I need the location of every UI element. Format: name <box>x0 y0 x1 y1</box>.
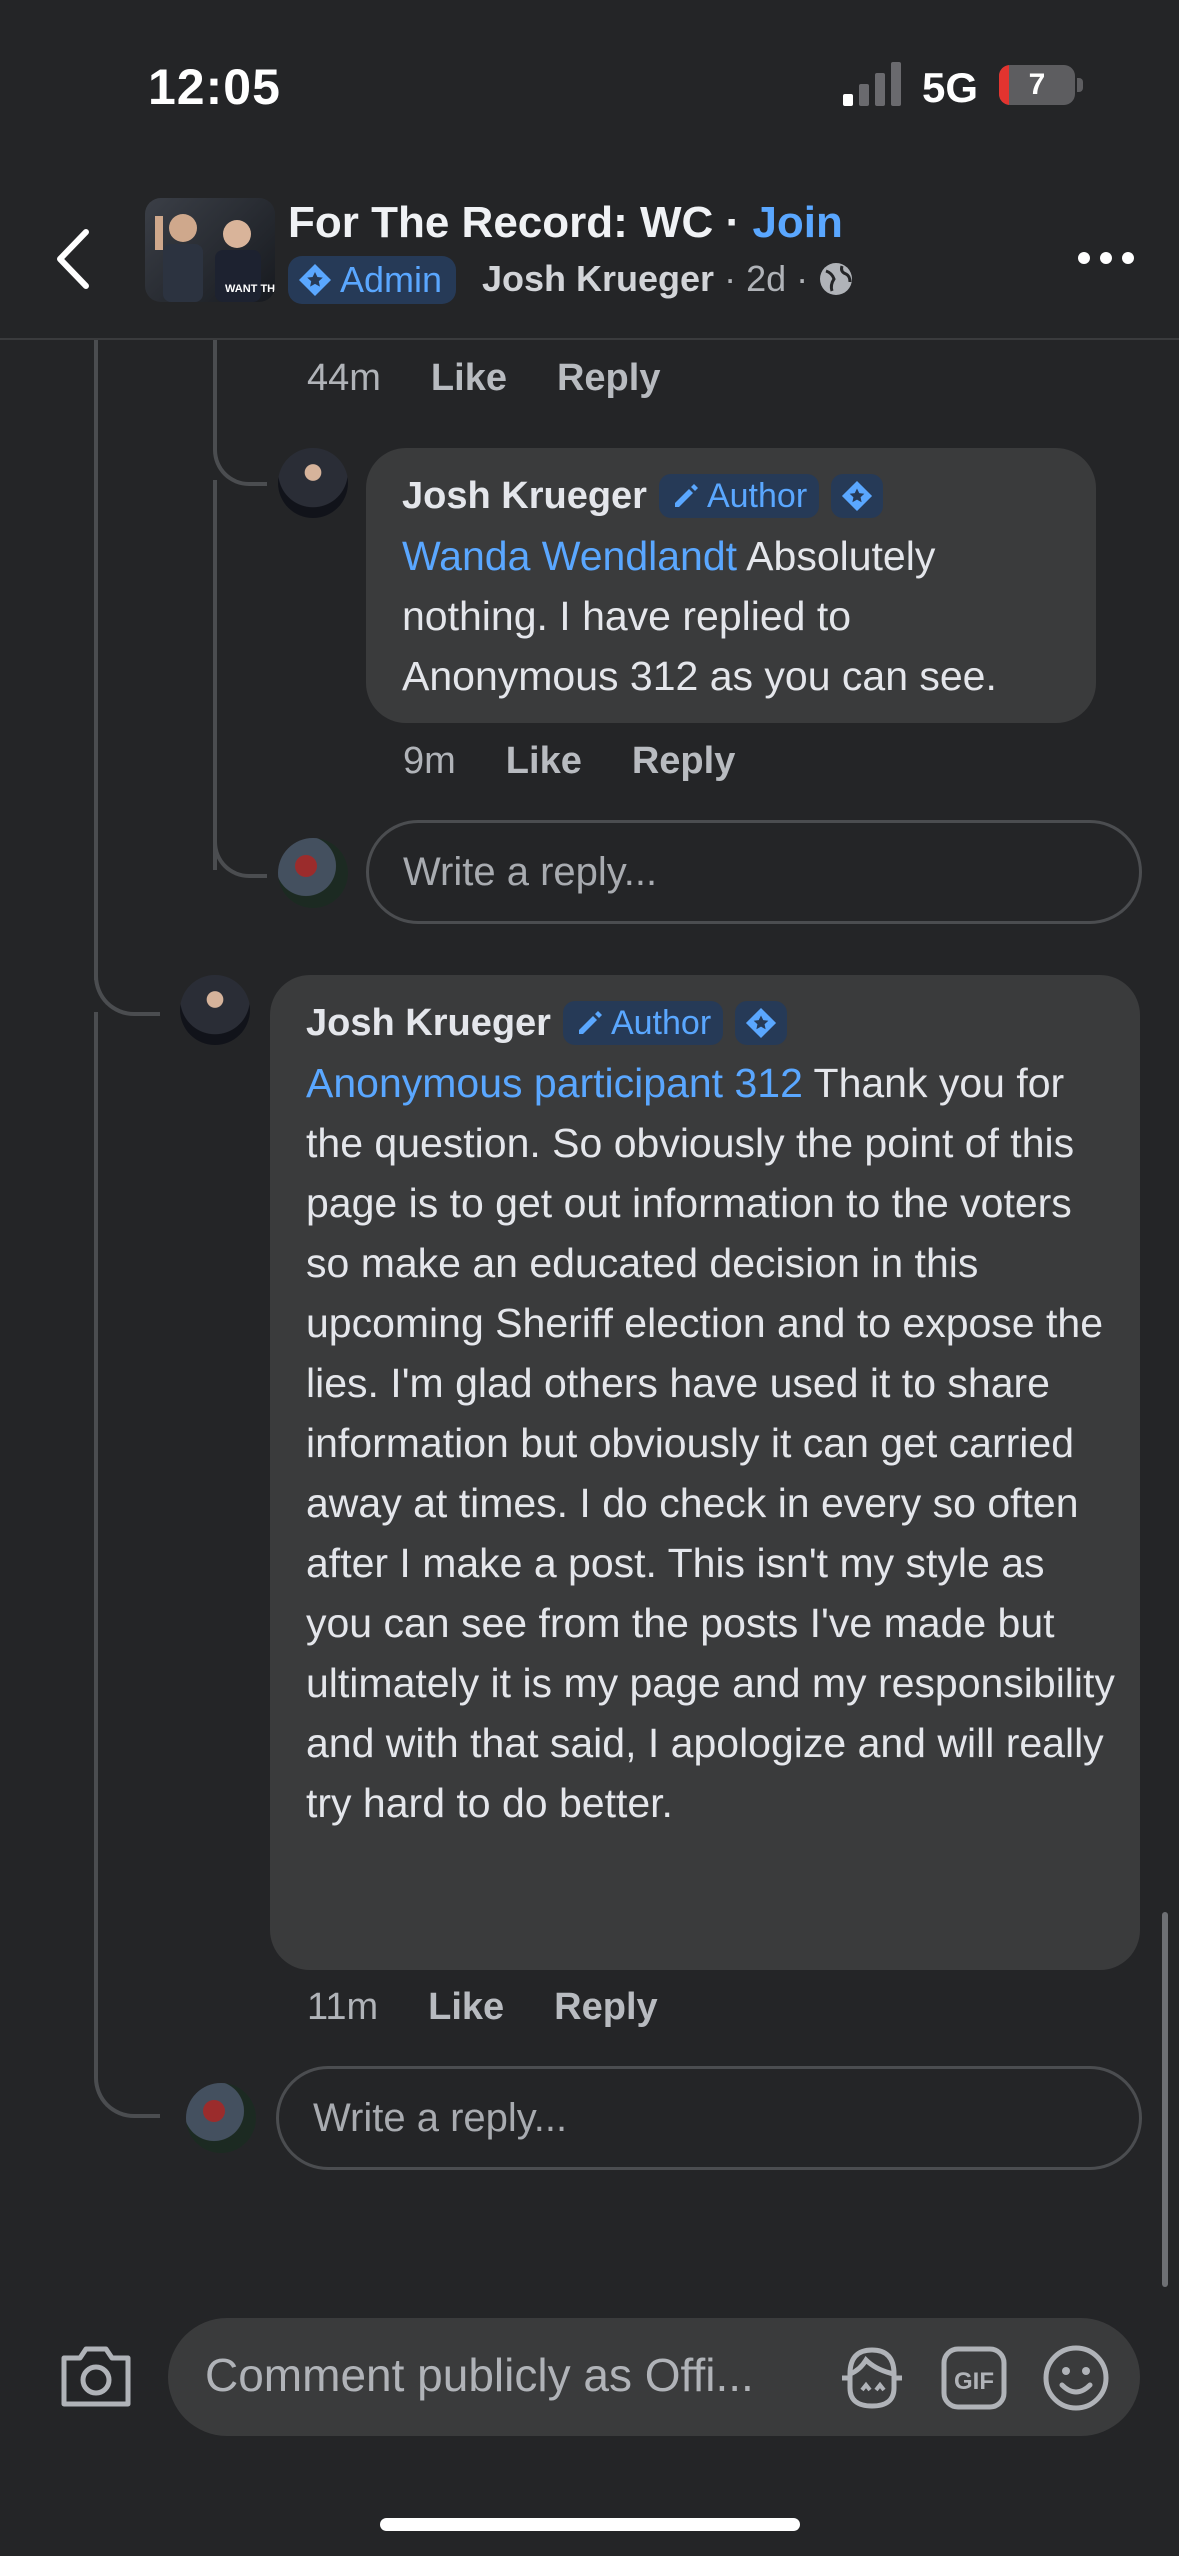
post-meta: Josh Krueger · 2d · <box>482 258 854 300</box>
reply-button[interactable]: Reply <box>557 357 660 400</box>
thread-line-inner-curve <box>213 420 267 486</box>
mention-link[interactable]: Wanda Wendlandt <box>402 533 737 579</box>
globe-icon <box>820 263 853 295</box>
author-tag: Author <box>562 1001 724 1045</box>
comment-actions: 11m Like Reply <box>307 1986 658 2029</box>
battery-level: 7 <box>1028 68 1046 101</box>
reply-input[interactable]: Write a reply... <box>276 2066 1142 2170</box>
comment-actions: 9m Like Reply <box>403 740 735 783</box>
admin-star-icon <box>831 474 884 518</box>
author-tag-label: Author <box>610 1003 712 1042</box>
status-time: 12:05 <box>148 59 281 115</box>
thread-line-outer-curve <box>94 940 160 1016</box>
svg-text:WANT THE: WANT THE <box>225 283 275 295</box>
comment-input[interactable]: Comment publicly as Offi... <box>205 2348 754 2402</box>
meta-dot: · <box>724 258 737 299</box>
admin-badge: Admin <box>288 256 457 304</box>
like-button[interactable]: Like <box>431 357 507 400</box>
camera-icon[interactable] <box>58 2344 134 2410</box>
battery-icon: 7 <box>999 65 1075 105</box>
thread-line-outer-2 <box>94 1012 98 2062</box>
thread-line-outer <box>94 340 98 980</box>
thread-line-outer-curve-2 <box>94 2040 160 2118</box>
comment-actions-prev: 44m Like Reply <box>307 357 660 400</box>
like-button[interactable]: Like <box>428 1986 504 2029</box>
comment-time: 44m <box>307 357 381 399</box>
admin-star-icon <box>299 264 331 296</box>
comment-author[interactable]: Josh Krueger <box>306 1002 551 1045</box>
chevron-left-icon[interactable] <box>48 224 98 294</box>
signal-strength-icon <box>843 62 901 106</box>
svg-text:GIF: GIF <box>954 2368 994 2395</box>
comment-time: 11m <box>307 1986 379 2028</box>
admin-badge-label: Admin <box>340 259 443 300</box>
comment-bubble: Josh Krueger Author Anonymous participan… <box>270 975 1140 1970</box>
avatar[interactable] <box>180 975 250 1045</box>
comment-author-row: Josh Krueger Author <box>402 474 884 518</box>
scrollbar[interactable] <box>1162 1912 1168 2287</box>
avatar[interactable] <box>278 448 348 518</box>
post-author[interactable]: Josh Krueger <box>482 258 714 300</box>
gif-icon[interactable]: GIF <box>940 2345 1008 2411</box>
comment-author[interactable]: Josh Krueger <box>402 475 647 518</box>
avatar-sticker-icon[interactable] <box>836 2344 908 2412</box>
title-separator: · <box>713 198 753 247</box>
user-avatar <box>278 838 348 908</box>
group-avatar[interactable]: WANT THE <box>145 198 275 302</box>
reply-button[interactable]: Reply <box>632 740 735 783</box>
like-button[interactable]: Like <box>506 740 582 783</box>
comment-time: 9m <box>403 740 456 782</box>
comment-body: Wanda Wendlandt Absolutely nothing. I ha… <box>402 526 1072 706</box>
more-dots-icon[interactable] <box>1076 248 1136 268</box>
mention-link[interactable]: Anonymous participant 312 <box>306 1060 803 1106</box>
reply-input[interactable]: Write a reply... <box>366 820 1142 924</box>
home-indicator[interactable] <box>380 2518 800 2531</box>
meta-dot: · <box>796 258 809 299</box>
group-title[interactable]: For The Record: WC · Join <box>288 198 843 248</box>
pencil-icon <box>578 1011 602 1034</box>
comment-body: Anonymous participant 312 Thank you for … <box>306 1053 1116 1833</box>
comment-text: Thank you for the question. So obviously… <box>306 1060 1115 1826</box>
network-type: 5G <box>922 64 979 111</box>
reply-button[interactable]: Reply <box>554 1986 657 2029</box>
user-avatar <box>186 2083 256 2153</box>
thread-line-inner-2 <box>213 480 217 870</box>
author-tag: Author <box>658 474 820 518</box>
thread-line-inner-curve-2 <box>213 820 267 878</box>
join-button[interactable]: Join <box>752 198 842 247</box>
pencil-icon <box>674 484 698 507</box>
author-tag-label: Author <box>706 476 808 515</box>
post-time: 2d <box>746 258 787 299</box>
battery-nub <box>1077 78 1083 92</box>
admin-star-icon <box>735 1001 788 1045</box>
emoji-icon[interactable] <box>1041 2343 1111 2413</box>
group-name[interactable]: For The Record: WC <box>288 198 713 247</box>
comment-author-row: Josh Krueger Author <box>306 1001 788 1045</box>
comment-bubble: Josh Krueger Author Wanda Wendlandt Abso… <box>366 448 1096 723</box>
